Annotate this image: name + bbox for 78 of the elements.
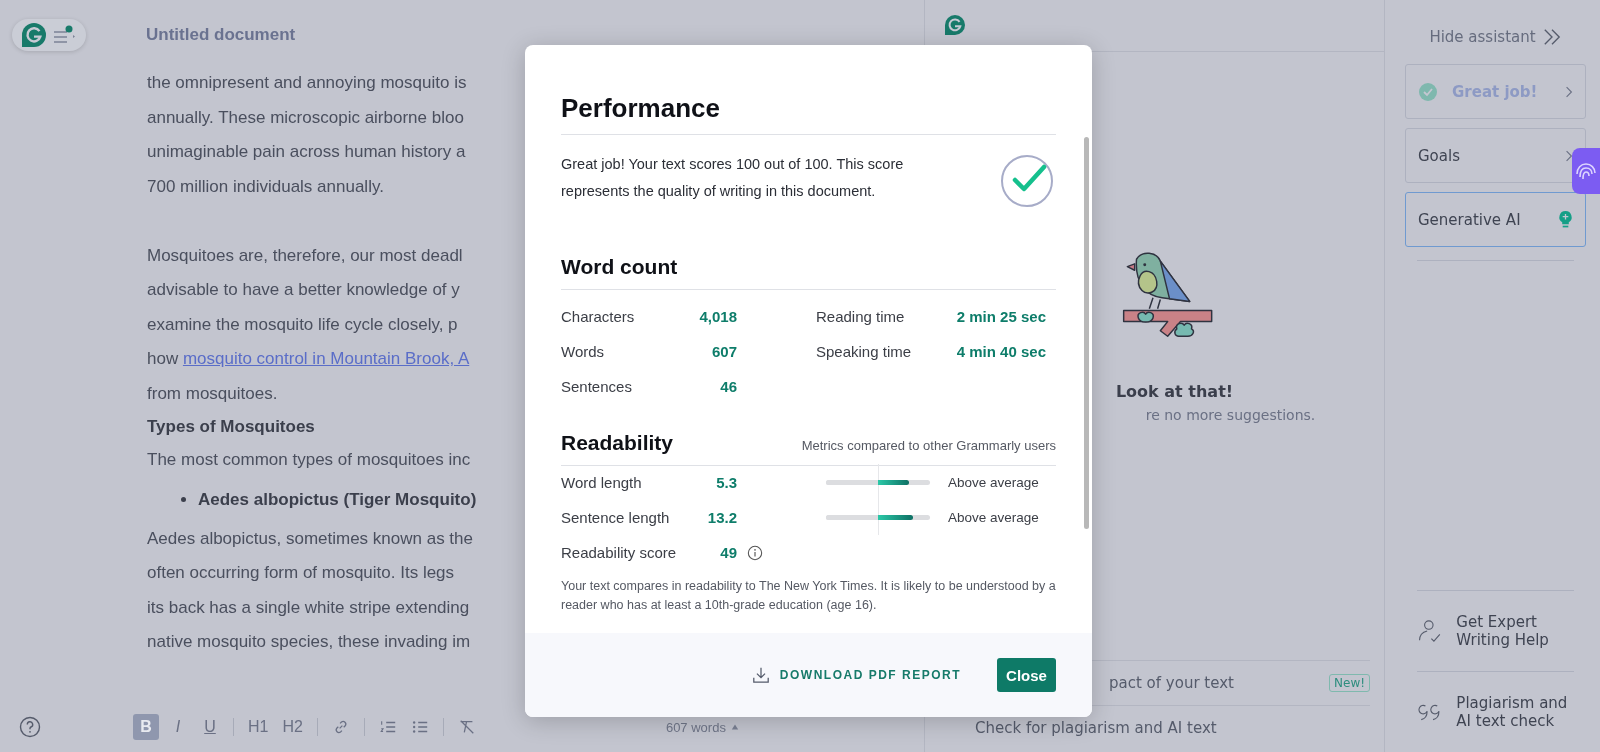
menu-icon (52, 25, 76, 45)
document-text-line: from mosquitoes. (147, 382, 278, 405)
metric-value: 13.2 (706, 508, 737, 528)
document-link[interactable]: mosquito control in Mountain Brook, A (182, 349, 470, 368)
document-text-line: how mosquito control in Mountain Brook, A (147, 348, 470, 370)
stat-value: 4 min 40 sec (955, 342, 1046, 362)
document-text-line: often occurring form of mosquito. Its legs (147, 562, 455, 584)
document-text-line: Mosquitoes are, therefore, our most deadl (147, 244, 463, 267)
section-title: Word count (561, 255, 679, 279)
g-logo-icon (22, 23, 46, 47)
document-text-line: examine the mosquito life cycle closely, p (147, 313, 458, 336)
download-icon (751, 666, 770, 684)
info-icon[interactable] (747, 544, 763, 561)
stat-label: Characters (561, 307, 636, 327)
scrollbar[interactable] (1084, 137, 1089, 529)
chevron-right-icon (1565, 149, 1573, 162)
bold-button[interactable]: B (133, 714, 159, 740)
check-circle-icon (1418, 81, 1438, 102)
document-text-line: unimaginable pain across human history a (147, 141, 466, 163)
stat-label: Words (561, 342, 606, 362)
stat-label: Speaking time (816, 342, 913, 362)
action-link[interactable]: Check for plagiarism and AI text (975, 719, 1217, 737)
metric-rating: Above average (948, 509, 1040, 527)
italic-button[interactable]: I (165, 714, 191, 740)
chevron-right-icon (1565, 85, 1573, 98)
download-report-button[interactable]: DOWNLOAD PDF REPORT (751, 666, 961, 684)
empty-state-title: Look at that! (1115, 382, 1234, 401)
new-badge: New! (1329, 674, 1370, 692)
document-text-line: Aedes albopictus, sometimes known as the (147, 527, 473, 550)
metric-label: Word length (561, 473, 643, 493)
card-label: Generative AI (1418, 210, 1522, 229)
g-logo-icon (945, 15, 965, 35)
document-text-line: 700 million individuals annually. (147, 175, 384, 198)
close-button[interactable]: Close (997, 658, 1056, 692)
heading-button[interactable]: H2 (278, 714, 307, 740)
empty-state-message: re no more suggestions. (1144, 407, 1316, 423)
stat-value: 2 min 25 sec (955, 307, 1046, 327)
fingerprint-icon (1576, 162, 1596, 180)
lightbulb-icon (1558, 210, 1573, 229)
document-title[interactable]: Untitled document (146, 25, 296, 45)
bullet-icon (181, 497, 186, 502)
document-text-line: advisable to have a better knowledge of y (147, 279, 460, 301)
sidebar-card[interactable]: Generative AI (1405, 192, 1586, 247)
assistant-tab[interactable] (1572, 148, 1600, 194)
stat-value: 46 (719, 377, 737, 397)
sidebar-link[interactable]: Get Expert Writing Help (1456, 613, 1574, 649)
app-menu-button[interactable] (12, 19, 86, 51)
metric-rating: Above average (948, 474, 1040, 492)
stat-label: Reading time (816, 307, 906, 327)
score-summary: Great job! Your text scores 100 out of 100. This score represents the quality of writing in this document. (561, 155, 905, 201)
hide-assistant-button[interactable]: Hide assistant (1405, 28, 1586, 46)
person-check-icon (1417, 617, 1443, 645)
stat-label: Sentences (561, 377, 633, 397)
document-heading: Types of Mosquitoes (147, 416, 316, 438)
document-text-line: the omnipresent and annoying mosquito is (147, 72, 467, 94)
metric-value: 49 (719, 543, 737, 563)
help-icon[interactable] (19, 716, 41, 738)
document-text-line: The most common types of mosquitoes inc (147, 449, 471, 471)
comparison-note: Metrics compared to other Grammarly users (801, 438, 1056, 453)
metric-label: Sentence length (561, 508, 671, 528)
dialog-title: Performance (561, 93, 721, 124)
stat-value: 4,018 (698, 307, 737, 327)
word-count-button[interactable]: 607 words (665, 719, 739, 735)
sidebar-link[interactable]: Plagiarism and AI text check (1456, 694, 1574, 730)
metric-value: 5.3 (715, 473, 737, 493)
document-text-line: native mosquito species, these invading im (147, 631, 471, 653)
document-text-line: annually. These microscopic airborne bloo (147, 106, 464, 129)
card-label: Goals (1418, 146, 1461, 165)
document-text-line: its back has a single white stripe extending (147, 596, 470, 619)
readability-description: Your text compares in readability to The New York Times. It is likely to be understood by a reader who has at least a 10th-grade education (age 16). (561, 578, 1056, 614)
underline-button[interactable]: U (197, 714, 223, 740)
heading-button[interactable]: H1 (244, 714, 273, 740)
stat-value: 607 (710, 342, 737, 362)
caret-icon (730, 723, 739, 731)
bullet-list-icon (410, 718, 429, 736)
metric-label: Readability score (561, 543, 678, 563)
section-title: Readability (561, 431, 674, 455)
bullet-item: Aedes albopictus (Tiger Mosquito) (198, 489, 477, 510)
